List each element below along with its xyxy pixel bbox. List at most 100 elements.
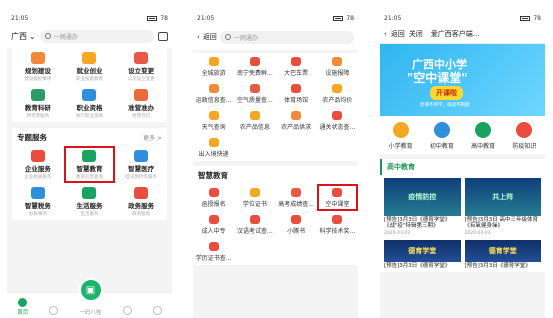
service-item[interactable]: 教育科研 转考等服务 <box>12 85 64 122</box>
more-link[interactable]: 更多 > <box>143 133 162 142</box>
service-item[interactable]: 职业资格 执行职业资格 <box>64 85 116 122</box>
service-label: 大巴车票 <box>284 69 309 77</box>
tab-item[interactable] <box>48 306 58 316</box>
video-card[interactable]: 疫情防控 [预告]3月3日《德育学堂》《战"疫"特辑第三期》 2020-03-03 <box>384 178 461 236</box>
service-icon <box>332 110 343 120</box>
service-item[interactable]: 运政信息查... <box>193 80 234 107</box>
close-button[interactable]: 关闭 <box>409 29 423 39</box>
service-item[interactable]: 智慧医疗 挂号预约等服务 <box>115 146 167 183</box>
service-item[interactable]: 就业创业 职业技能教育 <box>64 48 116 85</box>
service-item[interactable]: 学历证书查... <box>193 238 234 265</box>
service-icon <box>291 214 302 224</box>
service-item[interactable]: 通关状态查... <box>317 107 358 134</box>
section-tag: 高中教育 <box>380 159 545 175</box>
message-icon[interactable] <box>158 30 168 41</box>
service-label: 设施报障 <box>325 69 350 77</box>
service-label: 设立变更 <box>128 66 155 75</box>
service-item[interactable]: 企业服务 企业相关服务 <box>12 146 64 183</box>
video-title: [预告]3月3日《德育学堂》《战"疫"特辑第三期》 <box>384 217 451 230</box>
tab-item[interactable]: 首页 <box>17 298 28 316</box>
tab-item[interactable] <box>123 306 133 316</box>
status-bar: 21:05 78 <box>193 12 358 24</box>
service-icon <box>249 187 260 197</box>
service-sublabel: 企业相关服务 <box>24 174 52 180</box>
course-banner[interactable]: 广西中小学 "空中课堂" 开课啦 停课不停学，再战不跑题 <box>380 44 545 116</box>
service-label: 企业服务 <box>24 164 51 173</box>
scan-code-icon[interactable]: ▣ <box>78 278 103 302</box>
search-input[interactable]: 一网通办 <box>39 29 154 43</box>
back-arrow-icon[interactable]: ‹ <box>384 30 387 38</box>
service-item[interactable]: 农产品供求 <box>276 107 317 134</box>
service-item[interactable]: 出入境快递 <box>193 134 234 161</box>
service-item[interactable]: 农产品均价 <box>317 80 358 107</box>
tab-item[interactable] <box>152 306 162 316</box>
category-item[interactable]: 防疫知识 <box>512 122 536 150</box>
service-sublabel: 执行职业资格 <box>75 113 103 119</box>
service-label: 规划建设 <box>24 66 51 75</box>
service-item[interactable]: 函授报名 <box>193 184 234 211</box>
service-item[interactable]: 智慧教育 教育信息查询 <box>63 146 116 183</box>
service-item[interactable]: 天气查询 <box>193 107 234 134</box>
service-icon <box>332 56 343 66</box>
service-icon <box>208 187 219 197</box>
service-grid: 全城旅游 南宁免费鲜... 大巴车票 设施报障运政信息查... 空气质量查... 体育场馆… <box>193 53 358 161</box>
banner-cta[interactable]: 开课啦 <box>430 86 463 100</box>
service-item[interactable]: 农产品信息 <box>234 107 275 134</box>
video-card[interactable]: 德育学堂 [预告]3月3日《德育学堂》 <box>384 239 461 269</box>
tab-label: 一码八桂 <box>79 310 102 316</box>
service-icon <box>332 214 343 224</box>
back-button[interactable]: 返回 <box>203 32 217 42</box>
service-item[interactable]: 体育场馆 <box>276 80 317 107</box>
service-item[interactable]: 学位证书 <box>234 184 275 211</box>
service-item[interactable]: 准营准办 经营许可 <box>115 85 167 122</box>
service-item[interactable]: 政务服务 政务服务 <box>115 183 167 220</box>
tab-item[interactable]: ▣ 一码八桂 <box>78 278 103 316</box>
video-thumbnail: 疫情防控 <box>384 178 461 216</box>
back-button[interactable]: 返回 <box>391 29 405 39</box>
service-item[interactable]: 规划建设 建设报批事项 <box>12 48 64 85</box>
service-label: 出入境快递 <box>198 150 229 158</box>
service-sublabel: 经营许可 <box>132 113 151 119</box>
city-selector[interactable]: 广西 ⌄ <box>11 31 36 42</box>
back-arrow-icon[interactable]: ‹ <box>197 33 200 41</box>
category-label: 初中教育 <box>429 143 454 150</box>
service-label: 学位证书 <box>242 200 267 208</box>
tab-icon <box>18 298 28 307</box>
video-card[interactable]: 共上阵 [预告]3月3日 高中三年级体育《有氧健身操》 2020-03-03 <box>464 178 541 236</box>
service-item[interactable]: 汉语考试查... <box>234 211 275 238</box>
service-item[interactable]: 南宁免费鲜... <box>234 53 275 80</box>
search-input[interactable]: 一网通办 <box>219 30 354 44</box>
battery-icon <box>333 15 344 21</box>
service-item[interactable]: 空中课堂 <box>316 184 358 211</box>
service-icon <box>82 186 97 199</box>
service-label: 高考成绩查... <box>278 200 314 208</box>
service-label: 小腾书 <box>287 227 306 235</box>
service-item[interactable]: 科学技术奖... <box>317 211 358 238</box>
service-item[interactable]: 高考成绩查... <box>276 184 317 211</box>
service-label: 政务服务 <box>128 201 155 210</box>
service-label: 空中课堂 <box>325 200 350 208</box>
service-item[interactable]: 成人中专 <box>193 211 234 238</box>
service-sublabel: 政务服务 <box>132 211 151 217</box>
category-item[interactable]: 高中教育 <box>471 122 495 150</box>
service-item[interactable]: 生活服务 生活服务 <box>64 183 116 220</box>
service-icon <box>30 149 45 162</box>
service-item[interactable]: 全城旅游 <box>193 53 234 80</box>
category-item[interactable]: 小学教育 <box>389 122 413 150</box>
service-item[interactable]: 大巴车票 <box>276 53 317 80</box>
service-item[interactable]: 空气质量查... <box>234 80 275 107</box>
service-label: 准营准办 <box>128 103 155 112</box>
banner-subtitle: "空中课堂" <box>407 71 468 85</box>
service-item[interactable]: 小腾书 <box>276 211 317 238</box>
category-item[interactable]: 初中教育 <box>430 122 454 150</box>
service-label: 运政信息查... <box>195 96 232 104</box>
service-item[interactable]: 智慧税务 办税事项 <box>12 183 64 220</box>
video-card[interactable]: 德育学堂 [预告]3月3日《德育学堂》 <box>464 239 541 269</box>
service-item[interactable]: 设立变更 公司设立变更 <box>115 48 167 85</box>
service-item[interactable]: 设施报障 <box>317 53 358 80</box>
status-bar: 21:05 78 <box>7 12 172 24</box>
video-title: [预告]3月3日《德育学堂》 <box>464 262 531 269</box>
service-label: 科学技术奖... <box>319 227 356 235</box>
service-label: 智慧教育 <box>76 164 103 173</box>
service-icon <box>208 241 219 251</box>
